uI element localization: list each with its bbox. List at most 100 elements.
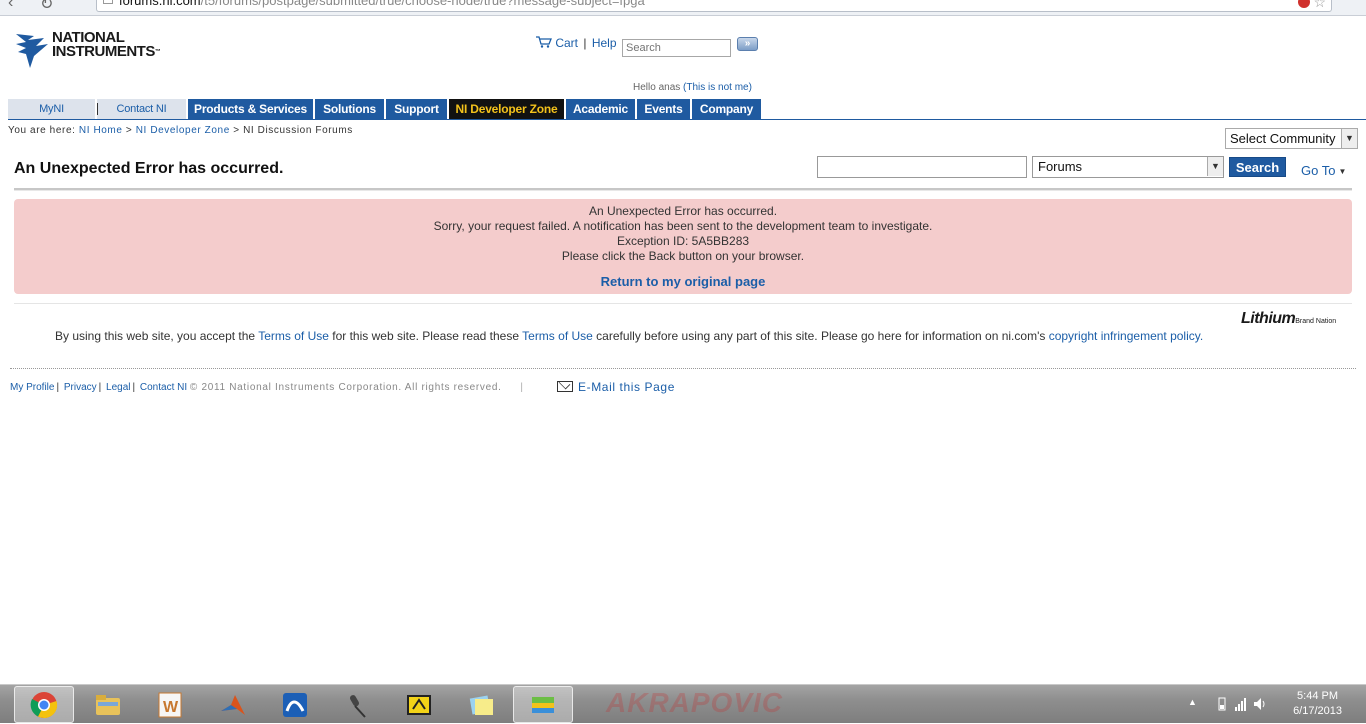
sticky-notes-icon: [469, 695, 493, 715]
clock-time: 5:44 PM: [1297, 690, 1339, 702]
footer-my-profile[interactable]: My Profile: [10, 382, 54, 393]
copyright-policy-link[interactable]: copyright infringement policy.: [1049, 329, 1204, 343]
lithium-logo[interactable]: LithiumBrand Nation: [1241, 310, 1336, 328]
taskbar-labview[interactable]: [389, 686, 449, 723]
taskbar-explorer[interactable]: [78, 686, 138, 723]
chevron-down-icon: ▼: [1341, 129, 1357, 148]
cart-icon[interactable]: [536, 36, 552, 48]
community-select[interactable]: Select Community ▼: [1225, 128, 1358, 149]
utility-links: Cart | Help: [536, 36, 617, 50]
breadcrumb-discussion-forums: NI Discussion Forums: [243, 125, 353, 136]
taskbar-sticky-notes[interactable]: [451, 686, 511, 723]
nav-tab-products[interactable]: Products & Services: [188, 99, 315, 119]
main-nav: MyNI Contact NI Products & Services Solu…: [8, 99, 761, 119]
ni-logo[interactable]: NATIONAL INSTRUMENTS™: [14, 30, 174, 70]
terms-of-use-link-2[interactable]: Terms of Use: [522, 329, 593, 343]
email-page-link[interactable]: E-Mail this Page: [557, 380, 675, 394]
labview-icon: [407, 694, 431, 715]
not-me-link[interactable]: (This is not me): [683, 82, 752, 93]
folder-icon: [96, 694, 120, 715]
envelope-icon: [557, 381, 573, 392]
return-original-page-link[interactable]: Return to my original page: [14, 274, 1352, 289]
taskbar-matlab[interactable]: [203, 686, 263, 723]
hello-text: Hello anas: [633, 82, 681, 93]
terms-of-use-link[interactable]: Terms of Use: [258, 329, 329, 343]
signal-icon[interactable]: [1235, 697, 1247, 711]
error-exception-id: Exception ID: 5A5BB283: [616, 234, 750, 248]
terms-text-2: for this web site. Please read these: [328, 329, 523, 343]
search-scope-select[interactable]: Forums ▼: [1032, 156, 1224, 178]
terms-text-1: By using this web site, you accept the: [55, 329, 259, 343]
taskbar: W AKRAPOVIC ▲ 5:44 PM 6/17/2013: [0, 684, 1366, 723]
title-divider: [14, 188, 1352, 191]
taskbar-word[interactable]: W: [140, 686, 200, 723]
nav-tab-academic[interactable]: Academic: [566, 99, 637, 119]
site-search-go-button[interactable]: »: [737, 37, 758, 51]
lithium-brand-sub: Brand Nation: [1295, 318, 1337, 325]
breadcrumb-ni-home[interactable]: NI Home: [79, 125, 123, 136]
error-line-2: Sorry, your request failed. A notificati…: [433, 219, 933, 233]
nav-tab-support[interactable]: Support: [386, 99, 449, 119]
url-path: /t5/forums/postpage/submitted/true/choos…: [200, 0, 645, 8]
help-link[interactable]: Help: [592, 36, 617, 50]
microphone-icon: [350, 694, 366, 718]
nav-contact-ni[interactable]: Contact NI: [97, 99, 188, 119]
back-arrow-icon[interactable]: ‹: [8, 0, 13, 12]
address-bar[interactable]: forums.ni.com/t5/forums/postpage/submitt…: [96, 0, 1332, 12]
chrome-icon: [30, 691, 58, 718]
taskbar-app-blue[interactable]: [265, 686, 325, 723]
terms-notice: By using this web site, you accept the T…: [55, 329, 1203, 343]
taskbar-chrome[interactable]: [14, 686, 74, 723]
forum-search-input[interactable]: [817, 156, 1027, 178]
logo-line2: INSTRUMENTS: [52, 43, 155, 60]
nav-tab-company[interactable]: Company: [692, 99, 761, 119]
show-hidden-icons-icon[interactable]: ▲: [1188, 697, 1197, 707]
caret-down-icon: ▼: [1338, 167, 1347, 176]
taskbar-microphone[interactable]: [327, 686, 387, 723]
nav-tab-developer-zone[interactable]: NI Developer Zone: [449, 99, 566, 119]
breadcrumb-developer-zone[interactable]: NI Developer Zone: [136, 125, 230, 136]
wallpaper-watermark: AKRAPOVIC: [606, 687, 784, 718]
matlab-icon: [221, 694, 245, 715]
clock-date: 6/17/2013: [1293, 705, 1342, 717]
terms-text-3: carefully before using any part of this …: [592, 329, 1049, 343]
footer-privacy[interactable]: Privacy: [64, 382, 97, 393]
community-select-value: Select Community: [1230, 131, 1336, 146]
nav-underline: [8, 119, 1366, 120]
cart-link[interactable]: Cart: [555, 36, 578, 50]
reload-icon[interactable]: ↻: [40, 0, 53, 14]
footer: My Profile | Privacy | Legal | Contact NI ©…: [10, 382, 523, 393]
footer-copyright: © 2011 National Instruments Corporation.…: [189, 382, 502, 393]
bluestacks-icon: [532, 696, 554, 713]
email-page-label: E-Mail this Page: [578, 380, 675, 394]
ni-eagle-icon: [16, 34, 48, 68]
chevron-down-icon: ▼: [1207, 157, 1223, 176]
footer-legal[interactable]: Legal: [106, 382, 130, 393]
footer-contact[interactable]: Contact NI: [140, 382, 187, 393]
system-tray: ▲ 5:44 PM 6/17/2013: [1166, 685, 1366, 724]
breadcrumb-prefix: You are here:: [8, 125, 76, 136]
search-scope-value: Forums: [1038, 159, 1083, 174]
browser-toolbar: ‹ ↻ forums.ni.com/t5/forums/postpage/sub…: [0, 0, 1366, 16]
clock[interactable]: 5:44 PM 6/17/2013: [1293, 689, 1342, 719]
word-icon: W: [158, 692, 182, 717]
goto-label: Go To: [1301, 163, 1336, 178]
nav-tab-solutions[interactable]: Solutions: [315, 99, 386, 119]
taskbar-bluestacks[interactable]: [513, 686, 573, 723]
volume-icon[interactable]: [1254, 697, 1266, 711]
error-line-1: An Unexpected Error has occurred.: [588, 204, 778, 218]
breadcrumb: You are here: NI Home > NI Developer Zon…: [8, 125, 353, 136]
error-message-box: An Unexpected Error has occurred. Sorry,…: [14, 199, 1352, 294]
search-button[interactable]: Search: [1229, 157, 1286, 177]
greeting: Hello anas (This is not me): [633, 82, 752, 93]
nav-tab-events[interactable]: Events: [637, 99, 692, 119]
site-search-input[interactable]: [622, 39, 731, 57]
svg-text:W: W: [163, 699, 179, 716]
battery-icon[interactable]: [1216, 697, 1228, 711]
lithium-brand: Lithium: [1241, 310, 1296, 327]
bookmark-star-icon[interactable]: ☆: [1313, 0, 1326, 11]
nav-myni[interactable]: MyNI: [8, 99, 97, 119]
divider: [14, 303, 1352, 304]
app-blue-icon: [283, 692, 307, 717]
goto-menu[interactable]: Go To ▼: [1301, 163, 1346, 178]
